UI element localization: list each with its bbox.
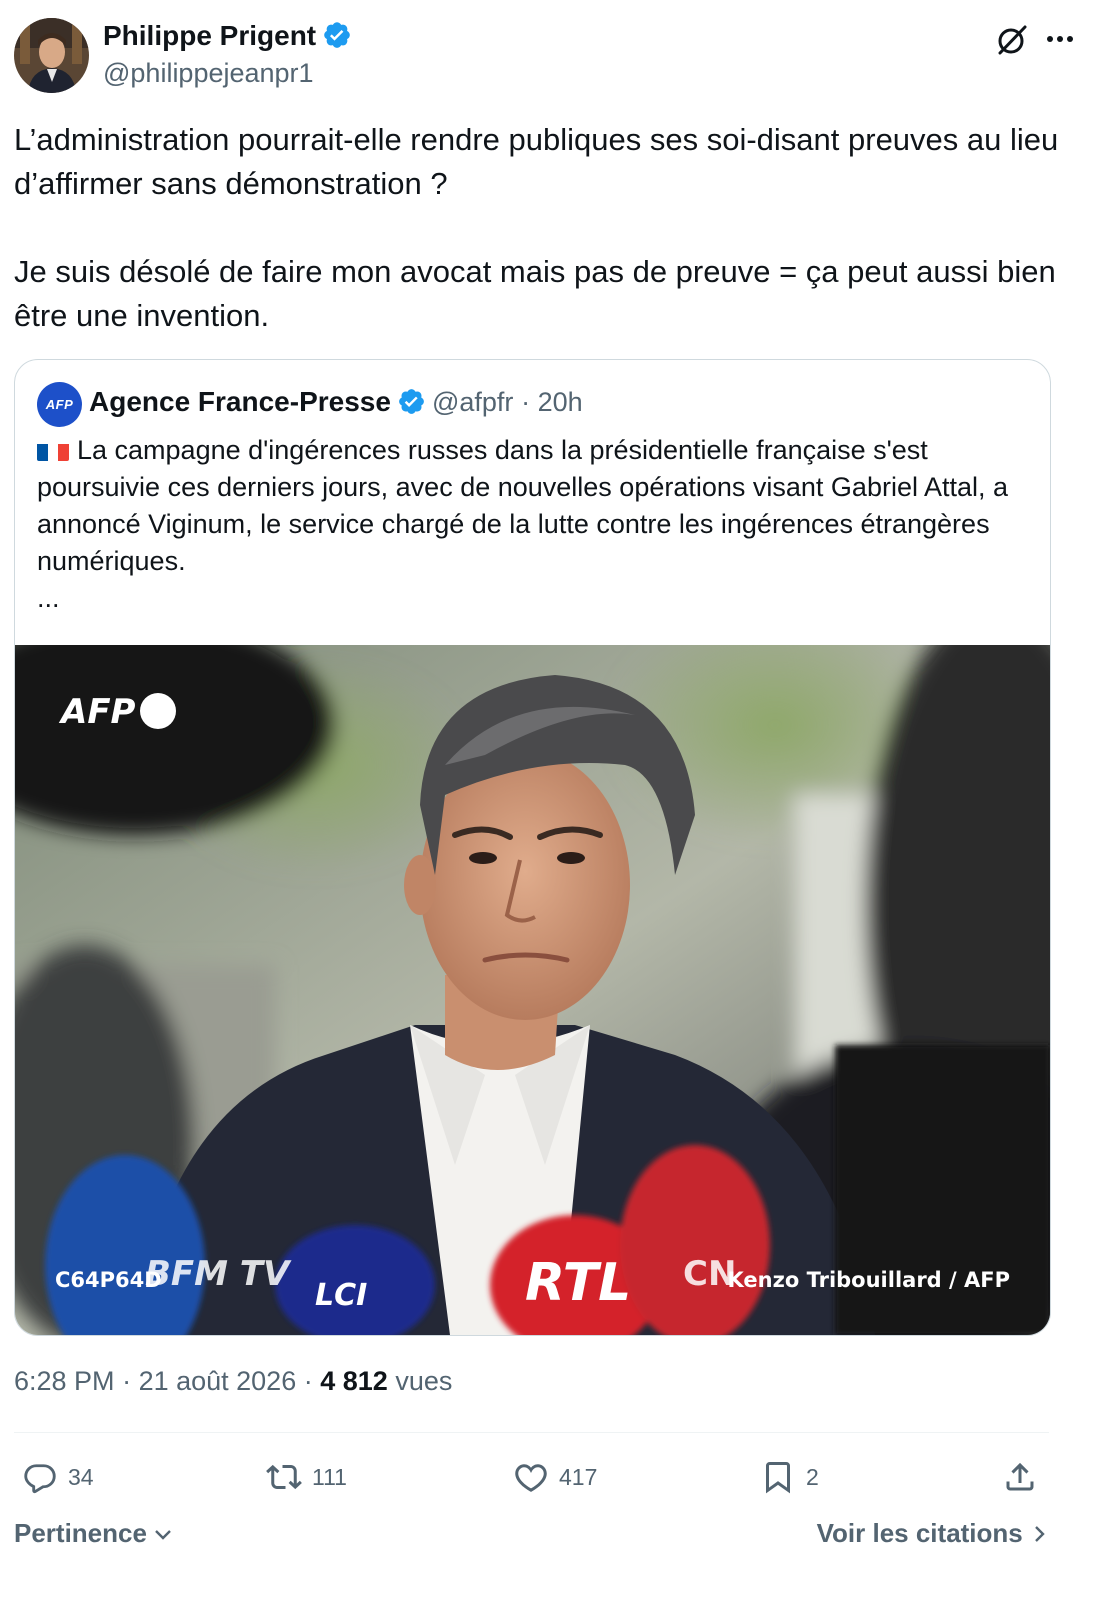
tweet-date[interactable]: 21 août 2026 — [139, 1366, 297, 1396]
share-icon — [1006, 1462, 1034, 1491]
like-count: 417 — [559, 1463, 598, 1490]
author-name[interactable]: Philippe Prigent — [103, 20, 316, 51]
views-count: 4 812 — [320, 1366, 388, 1396]
grok-icon[interactable] — [994, 22, 1030, 58]
quoted-tweet-card[interactable]: AFP Agence France-Presse @afpfr · 20h La … — [14, 359, 1051, 1336]
reply-icon — [24, 1464, 56, 1494]
reply-button[interactable]: 34 — [22, 1455, 94, 1499]
views-label: vues — [395, 1366, 453, 1396]
quoted-author-avatar[interactable]: AFP — [37, 382, 82, 427]
like-button[interactable]: 417 — [513, 1455, 597, 1499]
view-quotes-link[interactable]: Voir les citations — [817, 1518, 1046, 1549]
verified-badge-icon — [322, 20, 352, 57]
chevron-down-icon — [155, 1530, 172, 1540]
quoted-text-body: La campagne d'ingérences russes dans la … — [37, 435, 1009, 576]
repost-count: 111 — [312, 1463, 347, 1490]
chevron-right-icon — [1035, 1526, 1045, 1542]
author-avatar[interactable] — [14, 18, 89, 93]
quoted-author-name[interactable]: Agence France-Presse — [89, 386, 391, 417]
verified-badge-icon — [397, 387, 426, 423]
quoted-author-row: Agence France-Presse @afpfr · 20h — [89, 386, 583, 423]
repost-icon — [266, 1464, 302, 1490]
tweet-time[interactable]: 6:28 PM — [14, 1366, 115, 1396]
quoted-text-ellipsis: ... — [37, 583, 60, 613]
author-name-row[interactable]: Philippe Prigent — [103, 20, 352, 57]
quoted-author-handle[interactable]: @afpfr — [432, 387, 513, 417]
photo-id: C64P64D — [55, 1268, 162, 1292]
mic-label: RTL — [525, 1253, 631, 1313]
more-horizontal-icon[interactable] — [1044, 24, 1080, 54]
quoted-tweet-text: La campagne d'ingérences russes dans la … — [37, 432, 1027, 617]
author-handle[interactable]: @philippejeanpr1 — [103, 58, 314, 89]
bookmark-button[interactable]: 2 — [760, 1455, 819, 1499]
tweet-paragraph: L’administration pourrait-elle rendre pu… — [14, 122, 1059, 201]
sort-label: Pertinence — [14, 1518, 147, 1548]
mic-label: LCI — [315, 1278, 367, 1313]
reply-count: 34 — [68, 1463, 94, 1490]
bookmark-count: 2 — [806, 1463, 819, 1490]
quoted-tweet-time[interactable]: · 20h — [521, 387, 583, 417]
france-flag-icon — [37, 439, 69, 461]
repost-button[interactable]: 111 — [266, 1455, 347, 1499]
heart-icon — [515, 1464, 547, 1492]
afp-logo-dot-icon — [140, 693, 176, 729]
mic-label: BFM TV — [145, 1254, 292, 1294]
share-button[interactable] — [1002, 1455, 1048, 1499]
bookmark-icon — [766, 1462, 790, 1494]
afp-watermark: AFP — [58, 692, 136, 732]
photo-credit: Kenzo Tribouillard / AFP — [728, 1268, 1010, 1292]
sort-dropdown[interactable]: Pertinence — [14, 1518, 172, 1549]
tweet-paragraph: Je suis désolé de faire mon avocat mais … — [14, 254, 1056, 333]
quoted-tweet-photo[interactable]: BFM TV LCI RTL CN AFP C64P64D Kenzo Trib… — [15, 645, 1050, 1335]
divider — [14, 1432, 1049, 1433]
view-quotes-label: Voir les citations — [816, 1518, 1023, 1548]
tweet-text: L’administration pourrait-elle rendre pu… — [14, 118, 1074, 338]
tweet-meta: 6:28 PM · 21 août 2026 · 4 812 vues — [14, 1366, 453, 1396]
